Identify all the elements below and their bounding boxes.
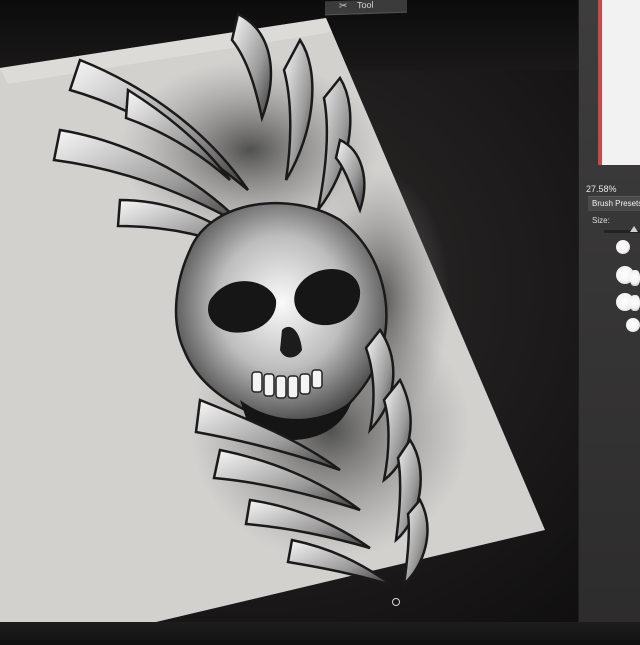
document-canvas[interactable] — [0, 0, 640, 640]
brush-preset-item[interactable] — [616, 240, 630, 254]
bottom-bezel — [0, 622, 640, 640]
size-label: Size: — [592, 216, 610, 225]
panel-header-strip — [598, 0, 640, 165]
brush-presets-label: Brush Presets — [592, 199, 640, 208]
brush-preset-item[interactable] — [626, 318, 640, 332]
tools-tab-label: Tool — [357, 0, 374, 11]
brush-preset-item[interactable] — [630, 270, 640, 286]
zoom-level: 27.58% — [586, 184, 617, 194]
size-slider-handle[interactable] — [630, 226, 638, 232]
brush-presets-tab[interactable]: Brush Presets — [588, 196, 640, 211]
brush-tools-icon: ✂ — [339, 0, 348, 12]
brush-preset-item[interactable] — [630, 295, 640, 311]
skull-artwork[interactable] — [0, 0, 640, 640]
brush-cursor-icon — [392, 598, 400, 606]
